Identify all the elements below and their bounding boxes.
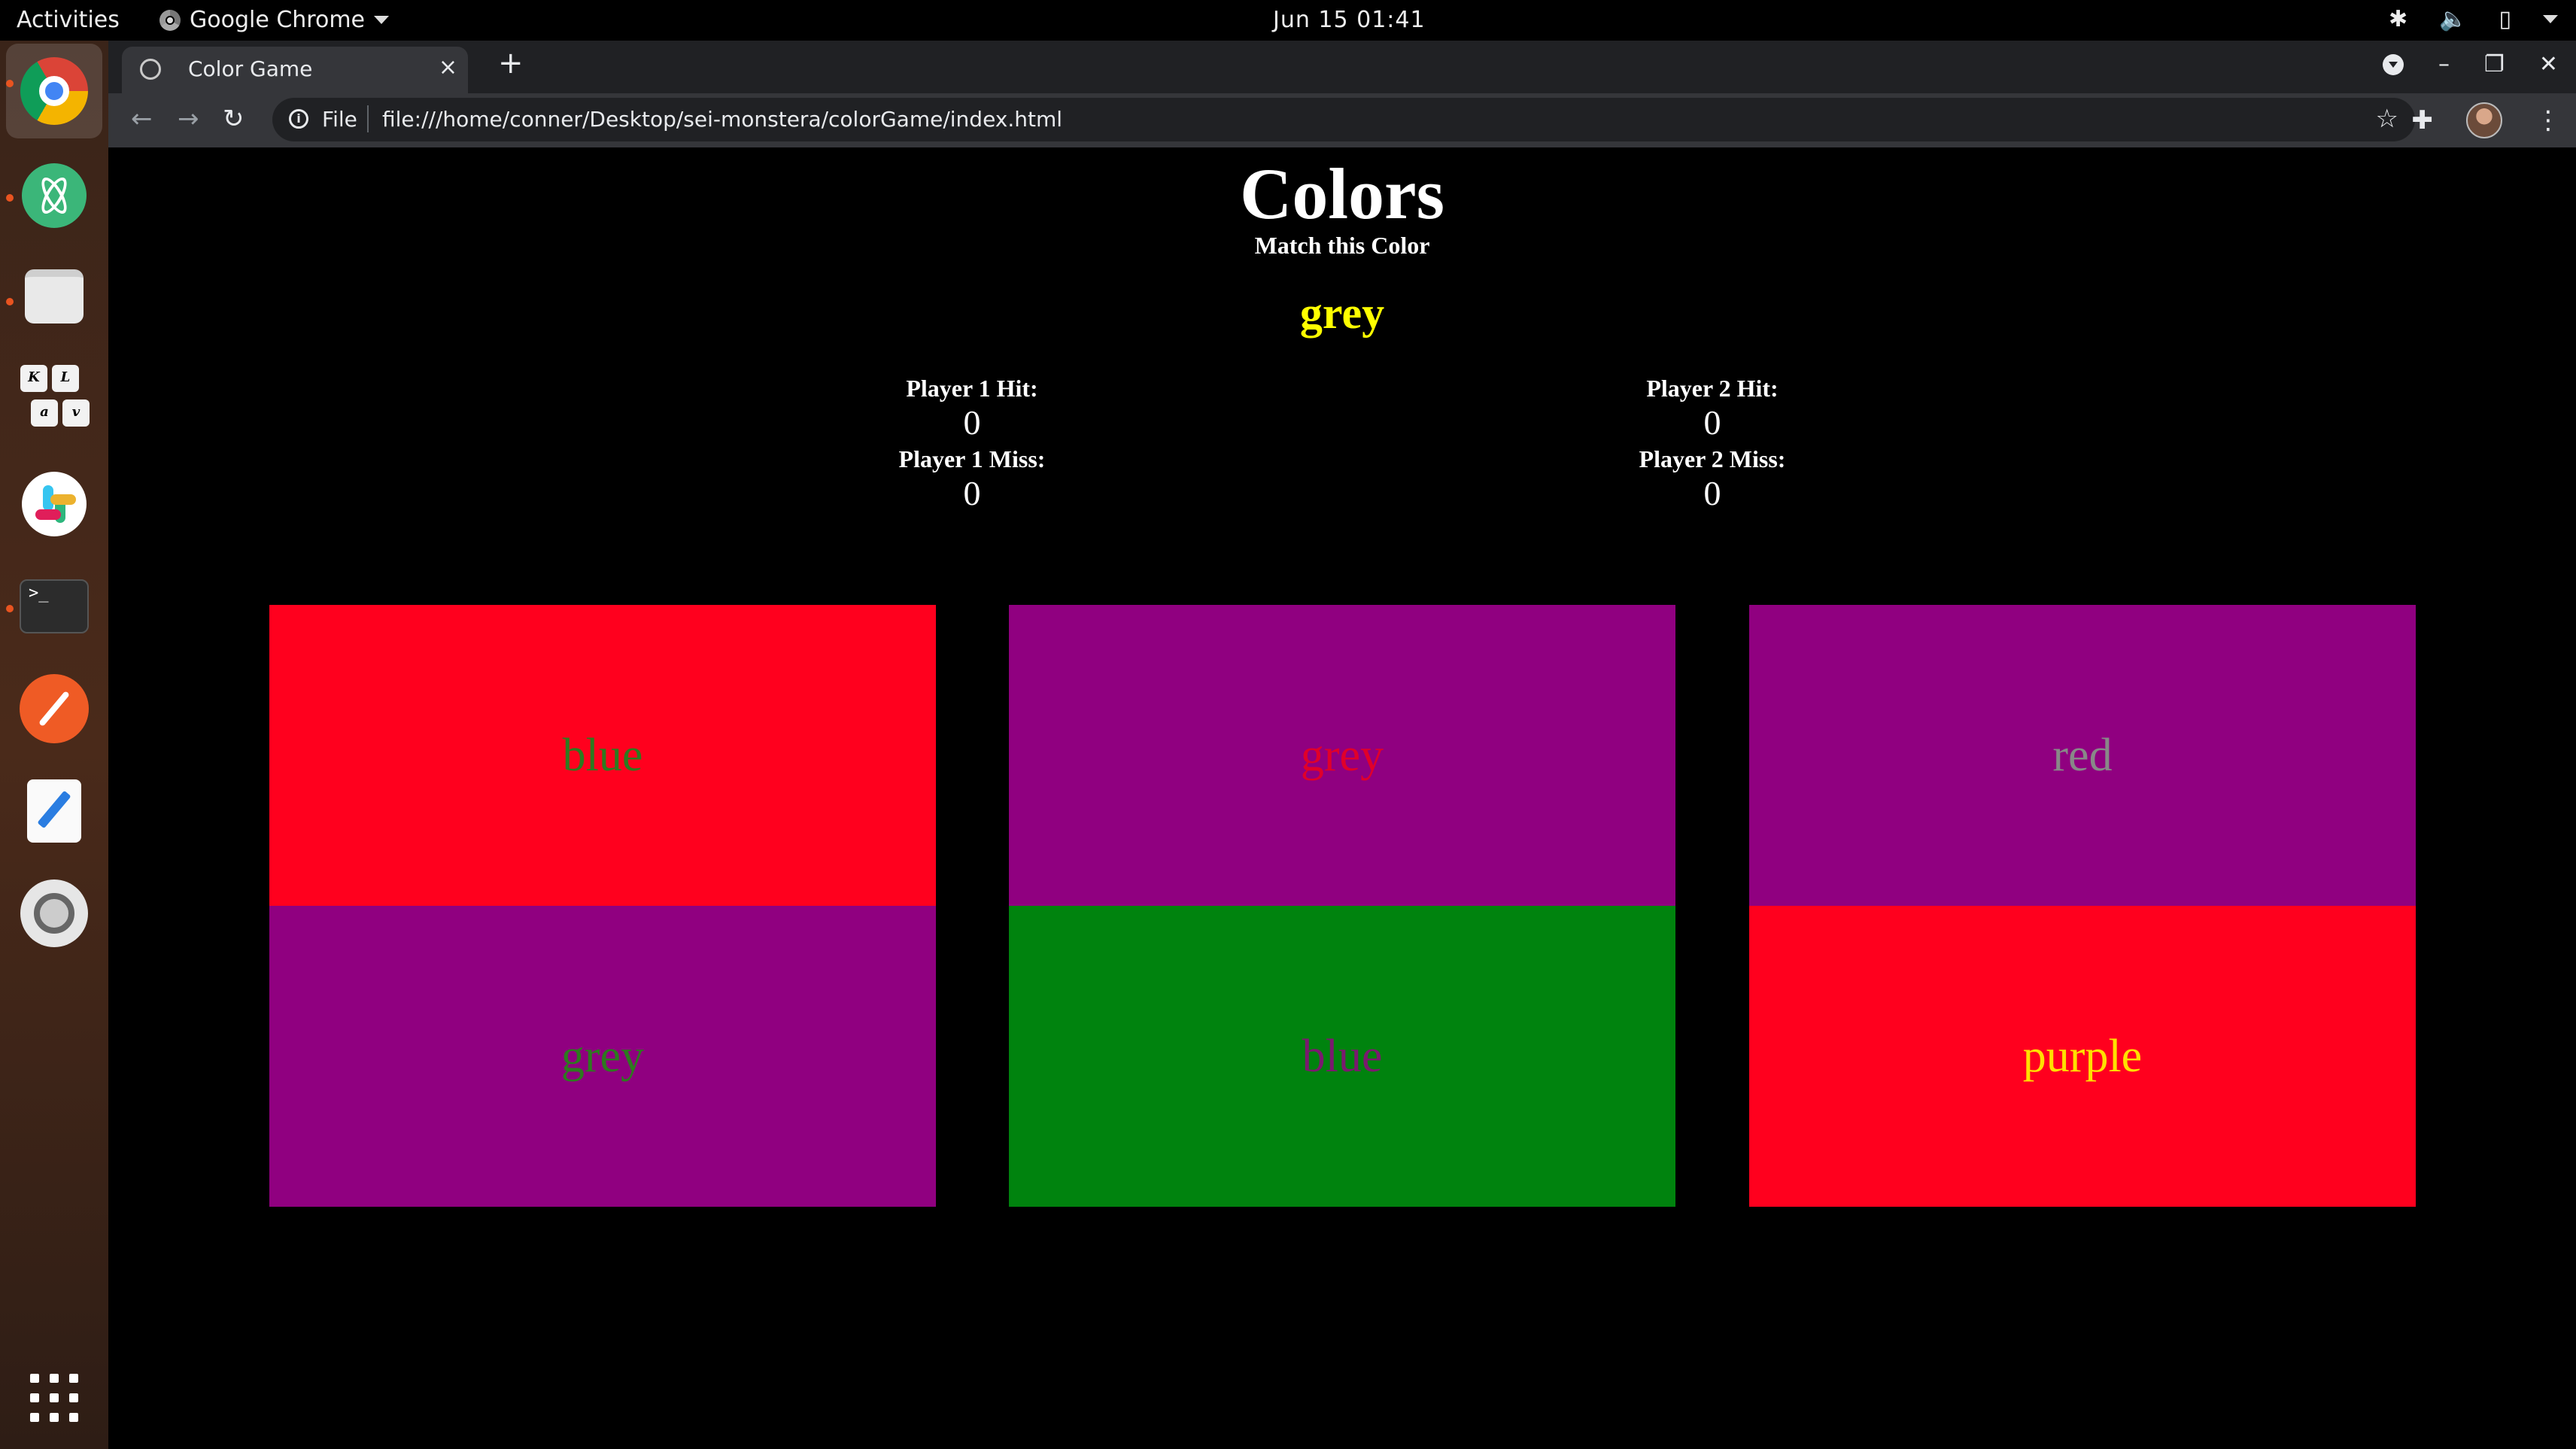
- system-top-bar: Activities Google Chrome Jun 15 01:41 ✱ …: [0, 0, 2576, 41]
- atom-icon: [22, 163, 87, 228]
- chrome-small-icon: [159, 9, 181, 31]
- running-indicator: [6, 605, 14, 612]
- forward-icon[interactable]: →: [178, 104, 199, 134]
- dock-terminal[interactable]: >_: [17, 569, 92, 644]
- dock-files[interactable]: [17, 259, 92, 334]
- back-icon[interactable]: ←: [131, 104, 153, 134]
- postman-icon: [20, 674, 89, 743]
- color-card[interactable]: red: [1749, 605, 2416, 906]
- dock-chrome[interactable]: [6, 44, 102, 138]
- system-tray[interactable]: ✱ 🔈 ▯: [2389, 6, 2558, 32]
- chevron-down-icon: [374, 16, 389, 24]
- dock-slack[interactable]: [17, 466, 92, 542]
- show-applications-icon[interactable]: [30, 1374, 78, 1422]
- close-tab-icon[interactable]: ×: [439, 54, 457, 80]
- minimize-icon[interactable]: –: [2438, 51, 2450, 77]
- color-card[interactable]: grey: [1009, 605, 1675, 906]
- tab-title: Color Game: [188, 56, 313, 81]
- dock-postman[interactable]: [17, 671, 92, 746]
- divider: [367, 105, 369, 132]
- dock: KL av >_: [0, 41, 108, 1449]
- reload-icon[interactable]: ↻: [223, 104, 245, 134]
- close-window-icon[interactable]: ✕: [2539, 51, 2558, 77]
- profile-avatar[interactable]: [2466, 102, 2502, 138]
- chrome-icon: [20, 57, 88, 125]
- running-indicator: [6, 298, 14, 305]
- restore-icon[interactable]: ❐: [2484, 51, 2505, 77]
- color-card[interactable]: purple: [1749, 906, 2416, 1207]
- slack-icon: [22, 472, 87, 536]
- color-card[interactable]: grey: [269, 906, 936, 1207]
- info-icon[interactable]: i: [289, 109, 308, 129]
- page-subtitle: Match this Color: [1254, 232, 1430, 259]
- activities-button[interactable]: Activities: [17, 7, 120, 33]
- card-word: purple: [2022, 1030, 2143, 1082]
- card-word: blue: [1302, 1030, 1383, 1082]
- settings-icon: [20, 879, 88, 947]
- color-card[interactable]: blue: [1009, 906, 1675, 1207]
- new-tab-button[interactable]: +: [498, 48, 524, 78]
- dock-keys[interactable]: KL av: [17, 361, 92, 436]
- page-viewport: Colors Match this Color grey Player 1 Hi…: [108, 147, 2576, 1449]
- battery-icon[interactable]: ▯: [2499, 6, 2511, 32]
- globe-icon: [140, 59, 161, 80]
- clock[interactable]: Jun 15 01:41: [1273, 7, 1426, 33]
- app-menu-label: Google Chrome: [190, 7, 365, 33]
- player2-hit-label: Player 2 Hit:: [1646, 375, 1779, 402]
- address-bar[interactable]: i File file:///home/conner/Desktop/sei-m…: [272, 98, 2415, 141]
- chevron-down-icon[interactable]: [2543, 15, 2558, 23]
- dock-settings[interactable]: [17, 876, 92, 951]
- player1-hit-value: 0: [963, 403, 981, 442]
- running-indicator: [6, 194, 14, 202]
- player1-miss-label: Player 1 Miss:: [898, 445, 1046, 472]
- url-text[interactable]: file:///home/conner/Desktop/sei-monstera…: [382, 107, 1062, 132]
- player2-miss-label: Player 2 Miss:: [1639, 445, 1786, 472]
- page-title: Colors: [1240, 153, 1444, 234]
- terminal-icon: >_: [20, 579, 89, 633]
- player1-hit-label: Player 1 Hit:: [906, 375, 1038, 402]
- dock-atom[interactable]: [17, 158, 92, 233]
- running-indicator: [6, 80, 14, 87]
- tab-color-game[interactable]: Color Game ×: [122, 47, 468, 93]
- window-controls: – ❐ ✕: [2382, 51, 2558, 77]
- scheme-label: File: [322, 107, 357, 132]
- toolbar-actions: ✚ ⋮: [2412, 102, 2561, 138]
- app-menu[interactable]: Google Chrome: [159, 7, 389, 33]
- tab-search-icon[interactable]: [2382, 53, 2404, 75]
- player2-hit-value: 0: [1703, 403, 1721, 442]
- extensions-icon[interactable]: ✚: [2412, 105, 2434, 135]
- tab-strip: Color Game × + – ❐ ✕: [108, 41, 2576, 93]
- bookmark-star-icon[interactable]: ☆: [2376, 104, 2398, 134]
- volume-icon[interactable]: 🔈: [2439, 6, 2467, 32]
- card-word: red: [2052, 729, 2113, 781]
- player1-miss-value: 0: [963, 474, 981, 512]
- target-color-word: grey: [1299, 288, 1385, 338]
- card-word: blue: [562, 729, 643, 781]
- color-card[interactable]: blue: [269, 605, 936, 906]
- keyboard-keys-icon: KL av: [20, 365, 90, 433]
- card-word: grey: [560, 1030, 645, 1082]
- card-word: grey: [1300, 729, 1384, 781]
- menu-kebab-icon[interactable]: ⋮: [2535, 105, 2561, 135]
- player2-miss-value: 0: [1703, 474, 1721, 512]
- files-icon: [25, 269, 84, 324]
- browser-toolbar: ← → ↻ i File file:///home/conner/Desktop…: [108, 93, 2576, 147]
- player2-score: Player 2 Hit: 0 Player 2 Miss: 0: [1599, 375, 1825, 513]
- dock-text-editor[interactable]: [17, 773, 92, 849]
- player1-score: Player 1 Hit: 0 Player 1 Miss: 0: [859, 375, 1085, 513]
- slack-tray-icon[interactable]: ✱: [2389, 6, 2407, 32]
- text-editor-icon: [27, 779, 81, 843]
